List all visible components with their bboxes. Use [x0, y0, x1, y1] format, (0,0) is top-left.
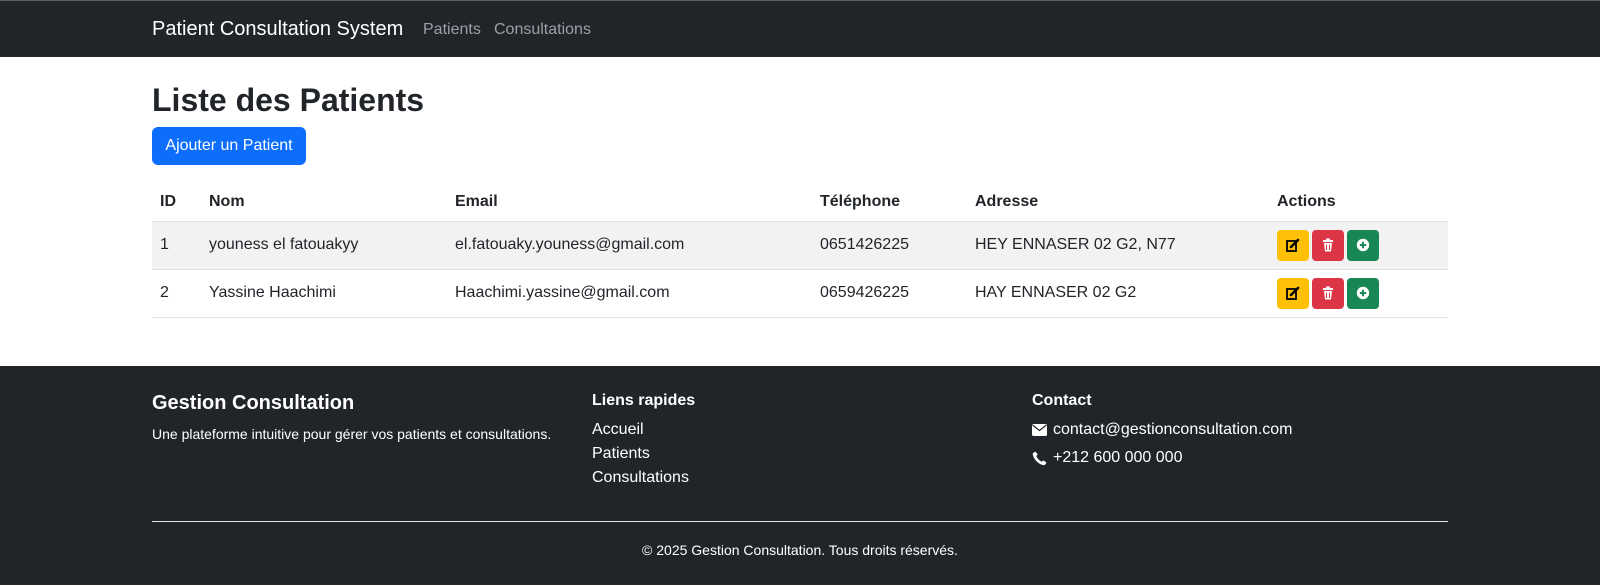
edit-button[interactable] [1277, 277, 1309, 309]
cell-email: Haachimi.yassine@gmail.com [447, 269, 812, 318]
plus-circle-icon [1356, 286, 1370, 299]
envelope-icon [1032, 424, 1047, 436]
cell-nom: youness el fatouakyy [201, 221, 447, 270]
page-title: Liste des Patients [152, 82, 425, 118]
contact-phone-text: +212 600 000 000 [1053, 449, 1183, 466]
cell-actions [1269, 269, 1448, 318]
copyright-text: © 2025 Gestion Consultation. Tous droits… [642, 542, 958, 558]
cell-id: 2 [152, 269, 201, 318]
cell-nom: Yassine Haachimi [201, 269, 447, 318]
cell-email: el.fatouaky.youness@gmail.com [447, 221, 812, 270]
footer-link-patients[interactable]: Patients [592, 445, 650, 463]
contact-heading: Contact [1032, 392, 1092, 409]
patients-table: ID Nom Email Téléphone Adresse Actions 1… [152, 183, 1448, 318]
table-row: 2 Yassine Haachimi Haachimi.yassine@gmai… [152, 269, 1448, 318]
column-header-telephone: Téléphone [812, 183, 967, 222]
footer: Gestion Consultation Une plateforme intu… [0, 366, 1600, 585]
cell-telephone: 0659426225 [812, 269, 967, 318]
phone-icon [1032, 451, 1047, 465]
contact-phone: +212 600 000 000 [1032, 449, 1182, 467]
column-header-email: Email [447, 183, 812, 222]
nav-link-consultations[interactable]: Consultations [494, 21, 591, 39]
nav-link-patients[interactable]: Patients [423, 21, 481, 39]
quick-links-heading: Liens rapides [592, 392, 696, 409]
cell-adresse: HEY ENNASER 02 G2, N77 [967, 221, 1269, 270]
table-header-row: ID Nom Email Téléphone Adresse Actions [152, 183, 1448, 222]
table-row: 1 youness el fatouakyy el.fatouaky.youne… [152, 221, 1448, 270]
footer-divider [152, 521, 1448, 522]
plus-circle-icon [1356, 238, 1370, 251]
add-patient-button[interactable]: Ajouter un Patient [152, 127, 306, 165]
add-consultation-button[interactable] [1347, 277, 1379, 309]
cell-id: 1 [152, 221, 201, 270]
top-navbar: Patient Consultation System Patients Con… [0, 0, 1600, 57]
trash-icon [1323, 286, 1333, 299]
footer-link-accueil[interactable]: Accueil [592, 421, 644, 439]
cell-actions [1269, 221, 1448, 270]
edit-icon [1286, 238, 1300, 252]
column-header-id: ID [152, 183, 201, 222]
trash-icon [1323, 238, 1333, 251]
cell-adresse: HAY ENNASER 02 G2 [967, 269, 1269, 318]
contact-email-text: contact@gestionconsultation.com [1053, 421, 1293, 438]
delete-button[interactable] [1312, 229, 1344, 261]
cell-telephone: 0651426225 [812, 221, 967, 270]
column-header-nom: Nom [201, 183, 447, 222]
contact-email: contact@gestionconsultation.com [1032, 421, 1292, 439]
footer-description: Une plateforme intuitive pour gérer vos … [152, 426, 552, 442]
footer-title: Gestion Consultation [152, 392, 355, 414]
navbar-brand[interactable]: Patient Consultation System [152, 18, 403, 41]
add-consultation-button[interactable] [1347, 229, 1379, 261]
edit-icon [1286, 286, 1300, 300]
column-header-adresse: Adresse [967, 183, 1269, 222]
edit-button[interactable] [1277, 229, 1309, 261]
delete-button[interactable] [1312, 277, 1344, 309]
footer-link-consultations[interactable]: Consultations [592, 469, 689, 487]
column-header-actions: Actions [1269, 183, 1448, 222]
